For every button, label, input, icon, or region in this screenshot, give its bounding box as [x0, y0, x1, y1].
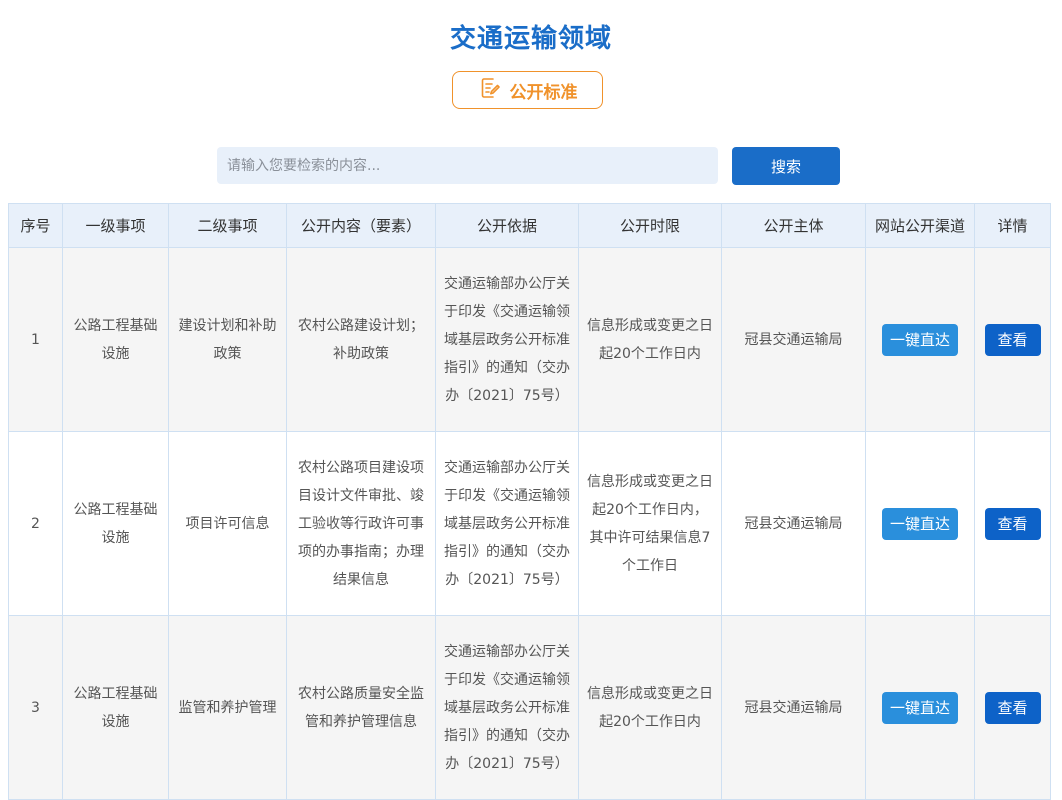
row-basis: 交通运输部办公厅关于印发《交通运输领域基层政务公开标准指引》的通知（交办办〔20…	[435, 431, 579, 616]
view-button[interactable]: 查看	[984, 507, 1041, 540]
row-level2: 项目许可信息	[168, 431, 287, 616]
row-channel-cell: 一键直达	[865, 615, 975, 800]
disclosure-table: 序号 一级事项 二级事项 公开内容（要素） 公开依据 公开时限 公开主体 网站公…	[8, 203, 1051, 800]
row-level1: 公路工程基础设施	[62, 431, 169, 616]
row-level1: 公路工程基础设施	[62, 615, 169, 800]
row-deadline: 信息形成或变更之日起20个工作日内	[578, 615, 722, 800]
direct-access-button[interactable]: 一键直达	[882, 323, 958, 356]
search-button[interactable]: 搜索	[732, 147, 840, 185]
table-row: 1 公路工程基础设施 建设计划和补助政策 农村公路建设计划；补助政策 交通运输部…	[8, 247, 1051, 432]
row-index: 1	[8, 247, 63, 432]
public-standard-label: 公开标准	[509, 82, 578, 103]
row-index: 2	[8, 431, 63, 616]
table-row: 2 公路工程基础设施 项目许可信息 农村公路项目建设项目设计文件审批、竣工验收等…	[8, 431, 1051, 616]
row-level1: 公路工程基础设施	[62, 247, 169, 432]
row-subject: 冠县交通运输局	[721, 431, 866, 616]
row-basis: 交通运输部办公厅关于印发《交通运输领域基层政务公开标准指引》的通知（交办办〔20…	[435, 247, 579, 432]
table-header-row: 序号 一级事项 二级事项 公开内容（要素） 公开依据 公开时限 公开主体 网站公…	[8, 203, 1051, 248]
row-content: 农村公路建设计划；补助政策	[286, 247, 436, 432]
row-level2: 建设计划和补助政策	[168, 247, 287, 432]
header-basis: 公开依据	[435, 203, 579, 248]
row-level2: 监管和养护管理	[168, 615, 287, 800]
header-detail: 详情	[974, 203, 1051, 248]
header-channel: 网站公开渠道	[865, 203, 975, 248]
direct-access-button[interactable]: 一键直达	[882, 691, 958, 724]
row-subject: 冠县交通运输局	[721, 615, 866, 800]
row-detail-cell: 查看	[974, 615, 1051, 800]
row-channel-cell: 一键直达	[865, 247, 975, 432]
header-level2: 二级事项	[168, 203, 287, 248]
row-index: 3	[8, 615, 63, 800]
view-button[interactable]: 查看	[984, 691, 1041, 724]
row-subject: 冠县交通运输局	[721, 247, 866, 432]
direct-access-button[interactable]: 一键直达	[882, 507, 958, 540]
row-detail-cell: 查看	[974, 431, 1051, 616]
row-content: 农村公路项目建设项目设计文件审批、竣工验收等行政许可事项的办事指南；办理结果信息	[286, 431, 436, 616]
row-content: 农村公路质量安全监管和养护管理信息	[286, 615, 436, 800]
header-content: 公开内容（要素）	[286, 203, 436, 248]
header-subject: 公开主体	[721, 203, 866, 248]
header-index: 序号	[8, 203, 63, 248]
header-deadline: 公开时限	[578, 203, 722, 248]
row-deadline: 信息形成或变更之日起20个工作日内，其中许可结果信息7个工作日	[578, 431, 722, 616]
header-level1: 一级事项	[62, 203, 169, 248]
row-channel-cell: 一键直达	[865, 431, 975, 616]
view-button[interactable]: 查看	[984, 323, 1041, 356]
search-input[interactable]	[217, 147, 718, 184]
document-edit-icon	[478, 76, 502, 105]
public-standard-button[interactable]: 公开标准	[452, 71, 603, 109]
row-detail-cell: 查看	[974, 247, 1051, 432]
row-deadline: 信息形成或变更之日起20个工作日内	[578, 247, 722, 432]
page-title: 交通运输领域	[449, 24, 612, 54]
table-row: 3 公路工程基础设施 监管和养护管理 农村公路质量安全监管和养护管理信息 交通运…	[8, 615, 1051, 800]
row-basis: 交通运输部办公厅关于印发《交通运输领域基层政务公开标准指引》的通知（交办办〔20…	[435, 615, 579, 800]
